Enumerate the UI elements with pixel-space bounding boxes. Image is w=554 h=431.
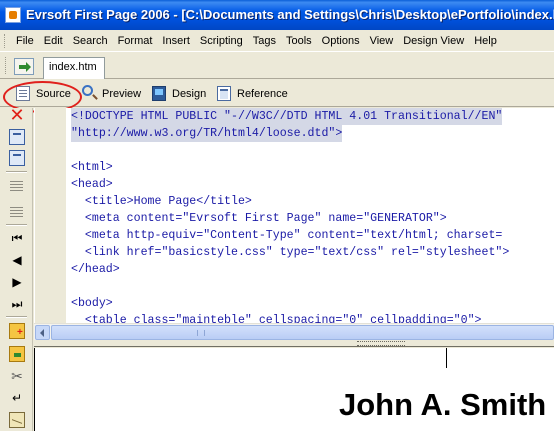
code-line[interactable]: <meta http-equiv="Content-Type" content=… bbox=[71, 227, 509, 244]
tools-icon[interactable]: ✂ bbox=[9, 369, 25, 385]
next-icon[interactable]: ▶ bbox=[9, 274, 25, 290]
insert-file-icon[interactable] bbox=[9, 346, 25, 362]
code-line[interactable] bbox=[71, 142, 509, 159]
pane-splitter[interactable] bbox=[34, 340, 554, 347]
preview-icon bbox=[82, 85, 93, 96]
maximize-icon[interactable] bbox=[9, 129, 25, 145]
add-file-icon[interactable] bbox=[9, 323, 25, 339]
menu-edit[interactable]: Edit bbox=[39, 32, 68, 50]
reference-icon bbox=[217, 86, 231, 101]
code-line[interactable]: <body> bbox=[71, 295, 509, 312]
design-icon bbox=[152, 86, 166, 101]
window-title: Evrsoft First Page 2006 - [C:\Documents … bbox=[26, 7, 554, 22]
editor-gutter bbox=[34, 108, 66, 323]
view-tabs: Source Preview Design Reference bbox=[0, 80, 554, 107]
outdent-icon[interactable] bbox=[9, 204, 25, 220]
menu-options[interactable]: Options bbox=[317, 32, 365, 50]
menu-search[interactable]: Search bbox=[68, 32, 113, 50]
toolbar-grip bbox=[5, 57, 8, 74]
menu-view[interactable]: View bbox=[365, 32, 399, 50]
document-tab[interactable]: index.htm bbox=[43, 57, 105, 79]
document-switch-icon[interactable] bbox=[14, 58, 34, 75]
menu-help[interactable]: Help bbox=[469, 32, 502, 50]
splitter-handle[interactable] bbox=[357, 341, 405, 346]
menu-insert[interactable]: Insert bbox=[157, 32, 195, 50]
code-line[interactable]: <meta content="Evrsoft First Page" name=… bbox=[71, 210, 509, 227]
indent-icon[interactable] bbox=[9, 178, 25, 194]
last-icon[interactable]: ⏭ bbox=[9, 296, 25, 312]
code-line[interactable]: <head> bbox=[71, 176, 509, 193]
menu-scripting[interactable]: Scripting bbox=[195, 32, 248, 50]
menu-tags[interactable]: Tags bbox=[248, 32, 281, 50]
menu-format[interactable]: Format bbox=[113, 32, 158, 50]
horizontal-scrollbar[interactable] bbox=[34, 323, 554, 340]
title-bar[interactable]: Evrsoft First Page 2006 - [C:\Documents … bbox=[0, 0, 554, 30]
code-line[interactable]: <link href="basicstyle.css" type="text/c… bbox=[71, 244, 509, 261]
scrollbar-grip bbox=[197, 330, 205, 336]
previous-icon[interactable]: ◀ bbox=[9, 252, 25, 268]
mail-icon[interactable] bbox=[9, 412, 25, 428]
code-line[interactable]: <!DOCTYPE HTML PUBLIC "-//W3C//DTD HTML … bbox=[71, 108, 509, 125]
left-toolbar: ✕ ⏮ ◀ ▶ ⏭ ✂ ↵ bbox=[0, 107, 33, 431]
menu-file[interactable]: File bbox=[11, 32, 39, 50]
document-tab-strip: index.htm bbox=[0, 53, 554, 79]
design-preview-pane[interactable]: John A. Smith bbox=[34, 348, 554, 431]
tab-design-label: Design bbox=[172, 88, 207, 100]
enter-icon[interactable]: ↵ bbox=[9, 390, 25, 406]
app-window: Evrsoft First Page 2006 - [C:\Documents … bbox=[0, 0, 554, 431]
tab-reference-label: Reference bbox=[237, 88, 288, 100]
code-line[interactable]: <table class="mainteble" cellspacing="0"… bbox=[71, 312, 509, 323]
source-editor[interactable]: <!DOCTYPE HTML PUBLIC "-//W3C//DTD HTML … bbox=[66, 108, 554, 323]
code-line[interactable] bbox=[71, 278, 509, 295]
first-icon[interactable]: ⏮ bbox=[9, 230, 25, 246]
restore-icon[interactable] bbox=[9, 150, 25, 166]
code-line[interactable]: "http://www.w3.org/TR/html4/loose.dtd"> bbox=[71, 125, 509, 142]
menu-tools[interactable]: Tools bbox=[281, 32, 317, 50]
code-line[interactable]: <html> bbox=[71, 159, 509, 176]
preview-heading: John A. Smith bbox=[339, 387, 547, 422]
code-line[interactable]: </head> bbox=[71, 261, 509, 278]
text-caret bbox=[446, 348, 447, 368]
scroll-left-icon[interactable] bbox=[35, 325, 50, 340]
toolbar-separator bbox=[6, 224, 27, 226]
toolbar-separator bbox=[6, 316, 27, 318]
tab-preview-label: Preview bbox=[102, 88, 142, 100]
code-line[interactable]: <title>Home Page</title> bbox=[71, 193, 509, 210]
code-text[interactable]: <!DOCTYPE HTML PUBLIC "-//W3C//DTD HTML … bbox=[71, 108, 509, 323]
menu-bar: File Edit Search Format Insert Scripting… bbox=[0, 30, 554, 52]
close-icon[interactable]: ✕ bbox=[9, 107, 25, 125]
scrollbar-thumb[interactable] bbox=[51, 325, 554, 340]
toolbar-separator bbox=[6, 171, 27, 173]
menu-design-view[interactable]: Design View bbox=[398, 32, 469, 50]
app-icon[interactable] bbox=[5, 7, 21, 23]
menu-grip bbox=[4, 33, 7, 48]
